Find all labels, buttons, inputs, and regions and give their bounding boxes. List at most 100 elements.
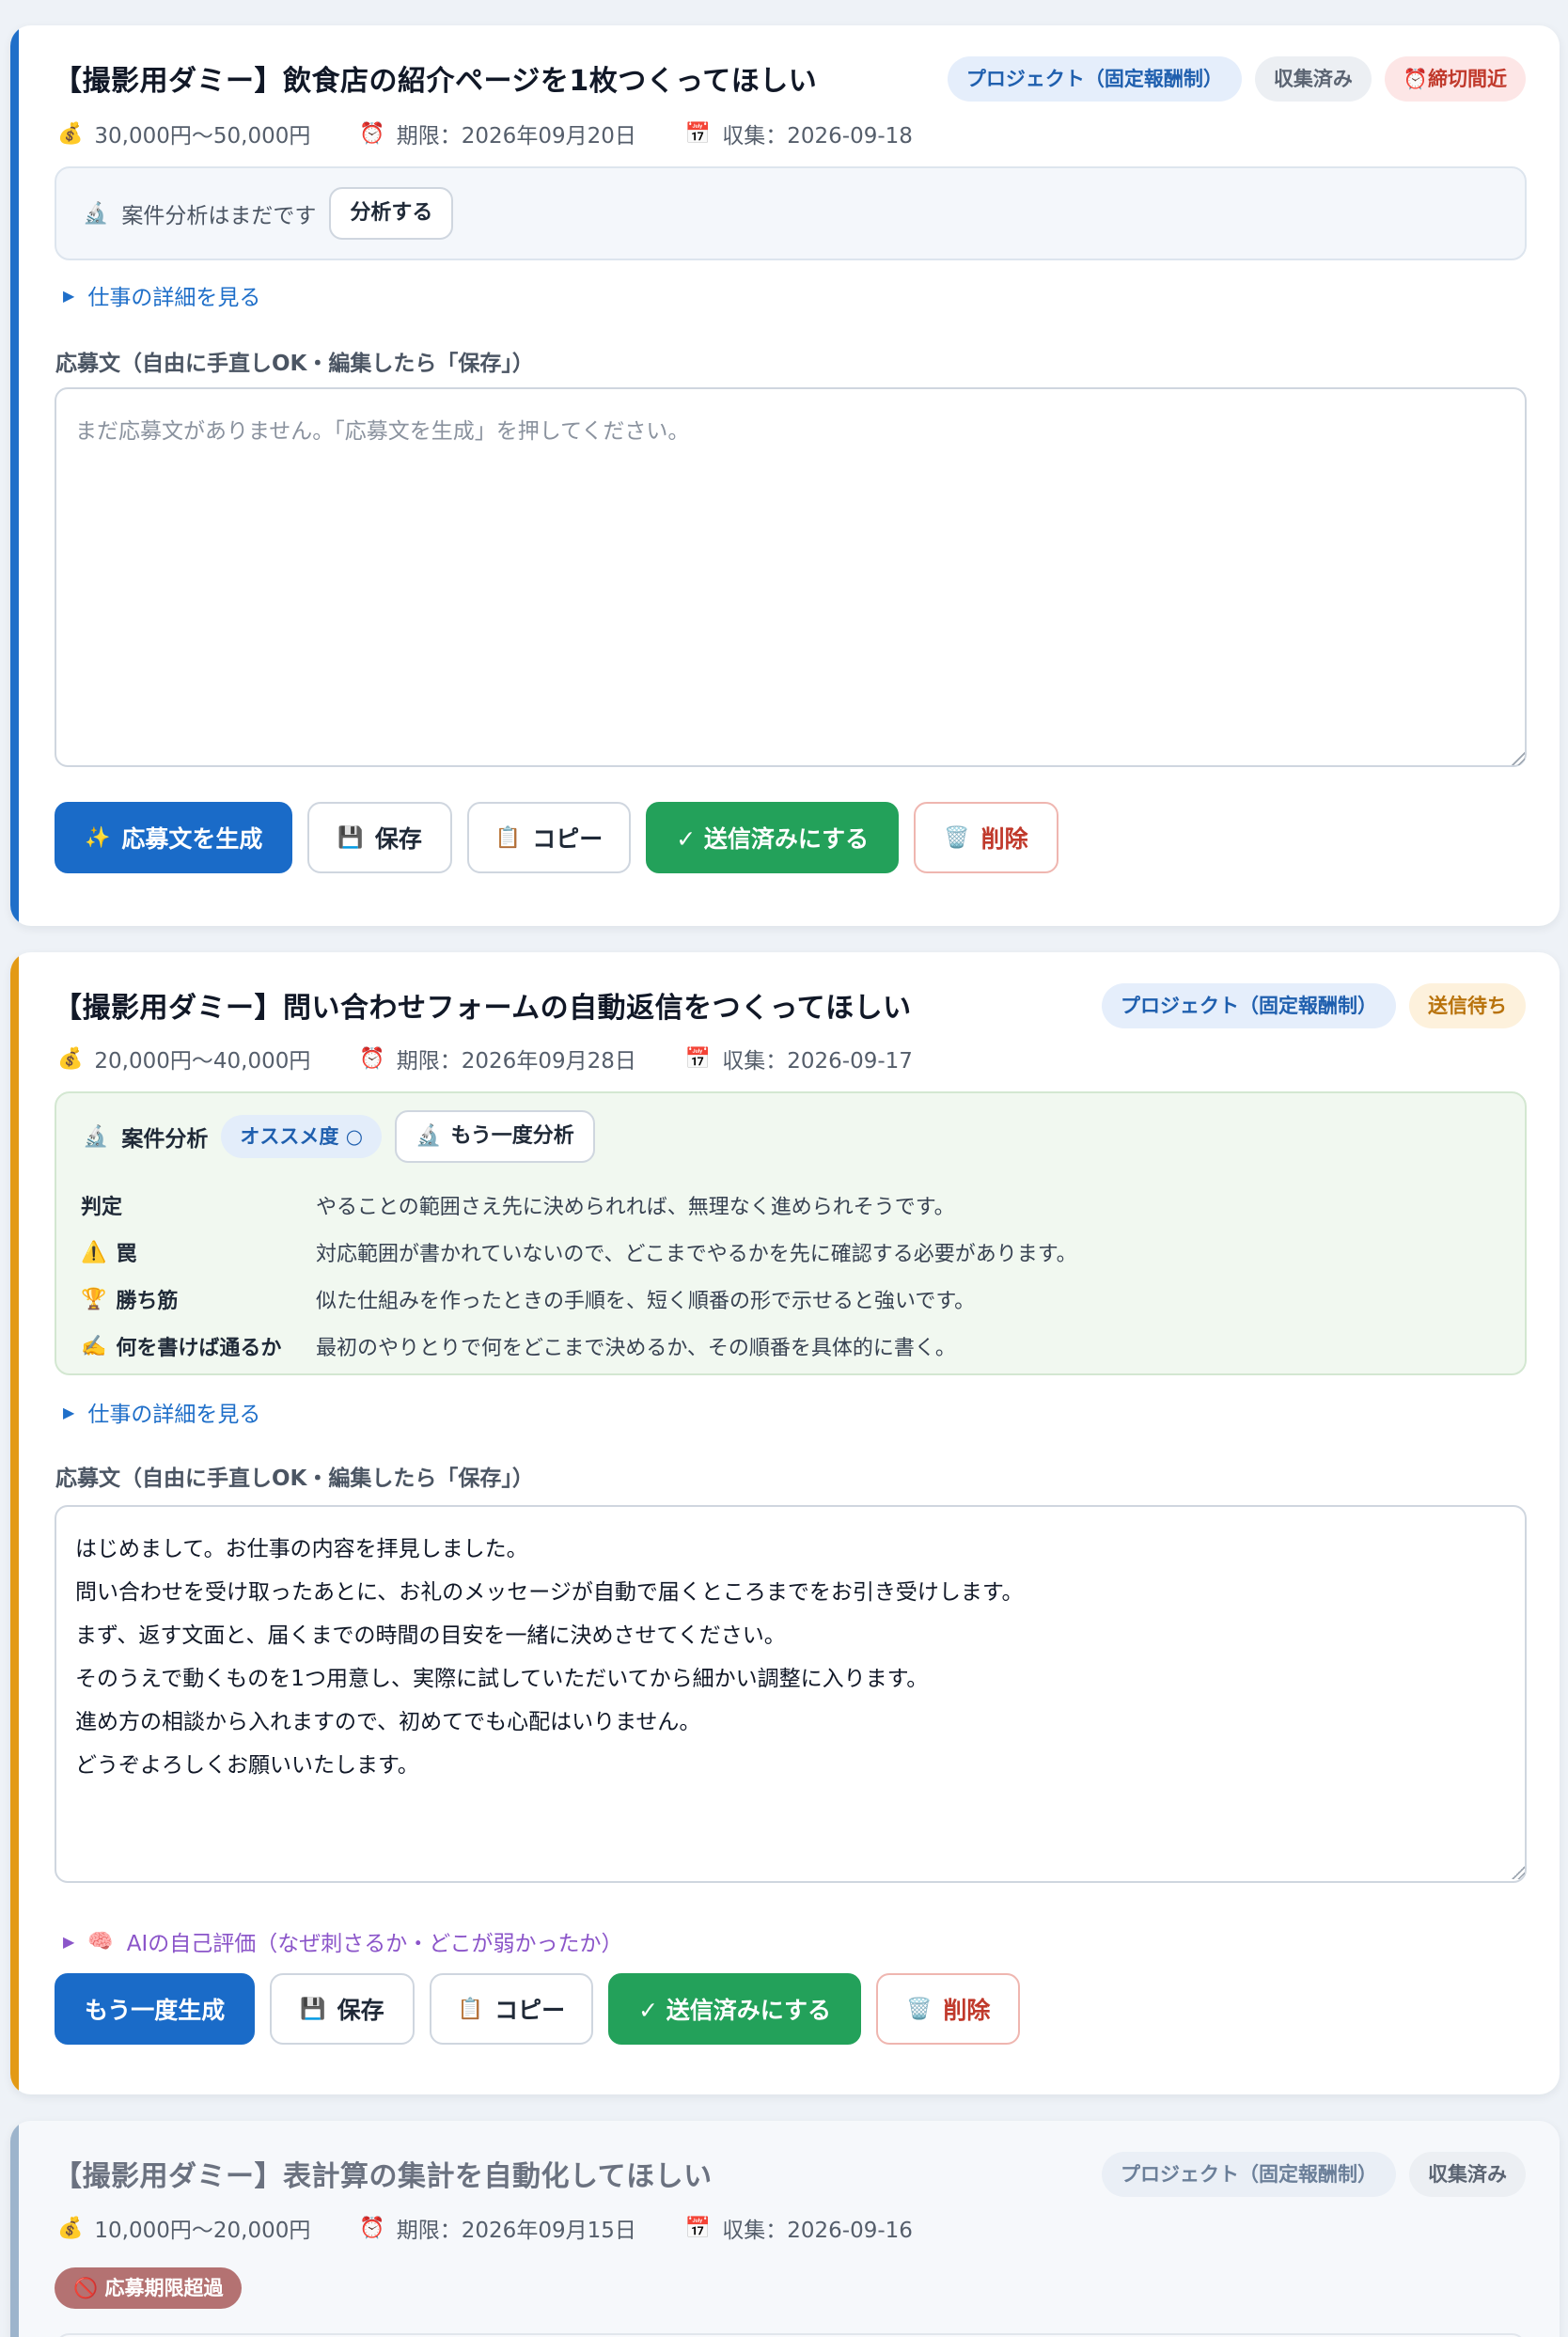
save-button[interactable]: 💾 保存 <box>270 1973 415 2045</box>
deadline: 期限：2026年09月15日 <box>396 2219 636 2243</box>
job-card-2: 【撮影用ダミー】問い合わせフォームの自動返信をつくってほしい プロジェクト（固定… <box>10 952 1560 2094</box>
alarm-clock-icon: ⏰ <box>359 1046 385 1071</box>
analysis-box: 🔬 案件分析はまだです 分析する <box>55 166 1527 260</box>
copy-button[interactable]: 📋 コピー <box>429 1973 594 2045</box>
clipboard-icon: 📋 <box>494 825 522 850</box>
action-buttons: もう一度生成 💾 保存 📋 コピー ✓ 送信済みにする 🗑️ 削除 <box>55 1973 1021 2045</box>
analysis-row-verdict: 判定 やることの範囲さえ先に決められれば、無理なく進められそうです。 <box>81 1182 1077 1229</box>
proposal-label: 応募文（自由に手直しOK・編集したら「保存」） <box>55 1467 534 1491</box>
copy-label: コピー <box>494 1997 566 2024</box>
row-value: 似た仕組みを作ったときの手順を、短く順番の形で示せると強いです。 <box>316 1290 976 1313</box>
resize-handle[interactable] <box>1512 1866 1525 1879</box>
calendar-icon: 📅 <box>684 2216 712 2240</box>
money-bag-icon: 💰 <box>57 2216 84 2240</box>
collected-date: 収集：2026-09-17 <box>722 1049 913 1074</box>
job-card-3: 【撮影用ダミー】表計算の集計を自動化してほしい プロジェクト（固定報酬制） 収集… <box>10 2121 1560 2337</box>
collected-date: 収集：2026-09-16 <box>722 2219 913 2243</box>
row-key: 勝ち筋 <box>116 1290 179 1313</box>
job-meta: 💰 20,000円〜40,000円 ⏰ 期限：2026年09月28日 📅 収集：202… <box>57 1043 913 1074</box>
self-eval-toggle[interactable]: ▶ 🧠 AIの自己評価（なぜ刺さるか・どこが弱かったか） <box>63 1925 623 1957</box>
budget: 10,000円〜20,000円 <box>94 2219 311 2243</box>
job-card-1: 【撮影用ダミー】飲食店の紹介ページを1枚つくってほしい プロジェクト（固定報酬制… <box>10 25 1560 926</box>
copy-label: コピー <box>532 825 604 853</box>
badge-group: プロジェクト（固定報酬制） 送信待ち <box>1102 983 1526 1028</box>
microscope-icon: 🔬 <box>416 1124 442 1148</box>
save-button[interactable]: 💾 保存 <box>307 802 452 873</box>
floppy-disk-icon: 💾 <box>337 825 364 850</box>
details-toggle[interactable]: ▶ 仕事の詳細を見る <box>63 1396 260 1428</box>
badge-group: プロジェクト（固定報酬制） 収集済み ⏰締切間近 <box>947 56 1526 102</box>
details-link-label: 仕事の詳細を見る <box>87 1403 261 1427</box>
delete-label: 削除 <box>980 825 1028 853</box>
job-title: 【撮影用ダミー】問い合わせフォームの自動返信をつくってほしい <box>54 992 912 1025</box>
status-badge: 収集済み <box>1254 56 1372 102</box>
clipboard-icon: 📋 <box>457 1997 484 2021</box>
floppy-disk-icon: 💾 <box>300 1997 326 2021</box>
overdue-badge: 🚫 応募期限超過 <box>55 2267 243 2309</box>
analysis-box: 🔬 案件分析 オススメ度 ○ 🔬 もう一度分析 判定 やることの範囲さえ先に決めら… <box>55 1091 1527 1375</box>
warning-icon: ⚠️ <box>81 1240 107 1264</box>
badge-group: プロジェクト（固定報酬制） 収集済み <box>1102 2152 1526 2197</box>
brain-icon: 🧠 <box>87 1929 114 1953</box>
save-label: 保存 <box>337 1997 384 2024</box>
trash-icon: 🗑️ <box>944 825 970 850</box>
deadline-soon-badge: ⏰締切間近 <box>1384 56 1526 102</box>
contract-type-badge: プロジェクト（固定報酬制） <box>947 56 1242 102</box>
resize-handle[interactable] <box>1512 752 1525 765</box>
calendar-icon: 📅 <box>684 1046 712 1071</box>
row-key: 何を書けば通るか <box>116 1337 282 1360</box>
budget: 30,000円〜50,000円 <box>94 124 311 149</box>
row-value: 最初のやりとりで何をどこまで決めるか、その順番を具体的に書く。 <box>316 1337 956 1360</box>
details-link-label: 仕事の詳細を見る <box>87 286 261 310</box>
alarm-clock-icon: ⏰ <box>359 121 385 146</box>
contract-type-badge: プロジェクト（固定報酬制） <box>1102 2152 1396 2197</box>
analysis-row-what-to-write: ✍️ 何を書けば通るか 最初のやりとりで何をどこまで決めるか、その順番を具体的に書… <box>81 1323 1077 1370</box>
mark-sent-button[interactable]: ✓ 送信済みにする <box>608 1973 862 2045</box>
analysis-box <box>55 2333 1527 2337</box>
triangle-right-icon: ▶ <box>63 1403 75 1421</box>
row-value: 対応範囲が書かれていないので、どこまでやるかを先に確認する必要があります。 <box>316 1243 1077 1266</box>
analysis-title: 案件分析 <box>121 1127 209 1152</box>
microscope-icon: 🔬 <box>83 1124 109 1149</box>
analyze-button[interactable]: 分析する <box>329 187 454 240</box>
copy-button[interactable]: 📋 コピー <box>466 802 632 873</box>
proposal-textarea[interactable] <box>55 387 1527 767</box>
trash-icon: 🗑️ <box>906 1997 933 2021</box>
save-label: 保存 <box>374 825 422 853</box>
budget: 20,000円〜40,000円 <box>94 1049 311 1074</box>
triangle-right-icon: ▶ <box>63 286 75 305</box>
money-bag-icon: 💰 <box>57 1046 84 1071</box>
analysis-row-winning: 🏆 勝ち筋 似た仕組みを作ったときの手順を、短く順番の形で示せると強いです。 <box>81 1276 1077 1323</box>
delete-button[interactable]: 🗑️ 削除 <box>876 1973 1021 2045</box>
analysis-rows: 判定 やることの範囲さえ先に決められれば、無理なく進められそうです。 ⚠️ 罠 対… <box>81 1182 1077 1370</box>
analysis-empty-text: 案件分析はまだです <box>121 204 317 228</box>
delete-label: 削除 <box>943 1997 991 2024</box>
microscope-icon: 🔬 <box>83 201 109 226</box>
money-bag-icon: 💰 <box>57 121 84 146</box>
deadline: 期限：2026年09月28日 <box>396 1049 636 1074</box>
row-key: 罠 <box>116 1243 137 1266</box>
triangle-right-icon: ▶ <box>63 1932 75 1951</box>
details-toggle[interactable]: ▶ 仕事の詳細を見る <box>63 279 260 311</box>
regenerate-button[interactable]: もう一度生成 <box>55 1973 256 2045</box>
delete-button[interactable]: 🗑️ 削除 <box>914 802 1058 873</box>
status-badge: 収集済み <box>1409 2152 1526 2197</box>
recommend-badge: オススメ度 ○ <box>221 1115 383 1158</box>
proposal-textarea[interactable]: はじめまして。お仕事の内容を拝見しました。 問い合わせを受け取ったあとに、お礼の… <box>55 1505 1527 1883</box>
job-meta: 💰 30,000円〜50,000円 ⏰ 期限：2026年09月20日 📅 収集：202… <box>57 118 913 149</box>
mark-sent-button[interactable]: ✓ 送信済みにする <box>646 802 900 873</box>
contract-type-badge: プロジェクト（固定報酬制） <box>1102 983 1396 1028</box>
reanalyze-button[interactable]: 🔬 もう一度分析 <box>395 1110 595 1163</box>
proposal-label: 応募文（自由に手直しOK・編集したら「保存」） <box>55 352 534 376</box>
job-title: 【撮影用ダミー】飲食店の紹介ページを1枚つくってほしい <box>54 65 818 98</box>
calendar-icon: 📅 <box>684 121 712 146</box>
generate-button[interactable]: ✨ 応募文を生成 <box>55 802 293 873</box>
sparkles-icon: ✨ <box>85 825 111 850</box>
status-badge: 送信待ち <box>1409 983 1526 1028</box>
job-title: 【撮影用ダミー】表計算の集計を自動化してほしい <box>54 2160 713 2193</box>
generate-label: 応募文を生成 <box>121 825 263 853</box>
analysis-row-trap: ⚠️ 罠 対応範囲が書かれていないので、どこまでやるかを先に確認する必要があります… <box>81 1229 1077 1276</box>
action-buttons: ✨ 応募文を生成 💾 保存 📋 コピー ✓ 送信済みにする 🗑️ 削除 <box>55 802 1058 873</box>
self-eval-label: AIの自己評価（なぜ刺さるか・どこが弱かったか） <box>126 1932 623 1956</box>
reanalyze-label: もう一度分析 <box>450 1124 574 1148</box>
